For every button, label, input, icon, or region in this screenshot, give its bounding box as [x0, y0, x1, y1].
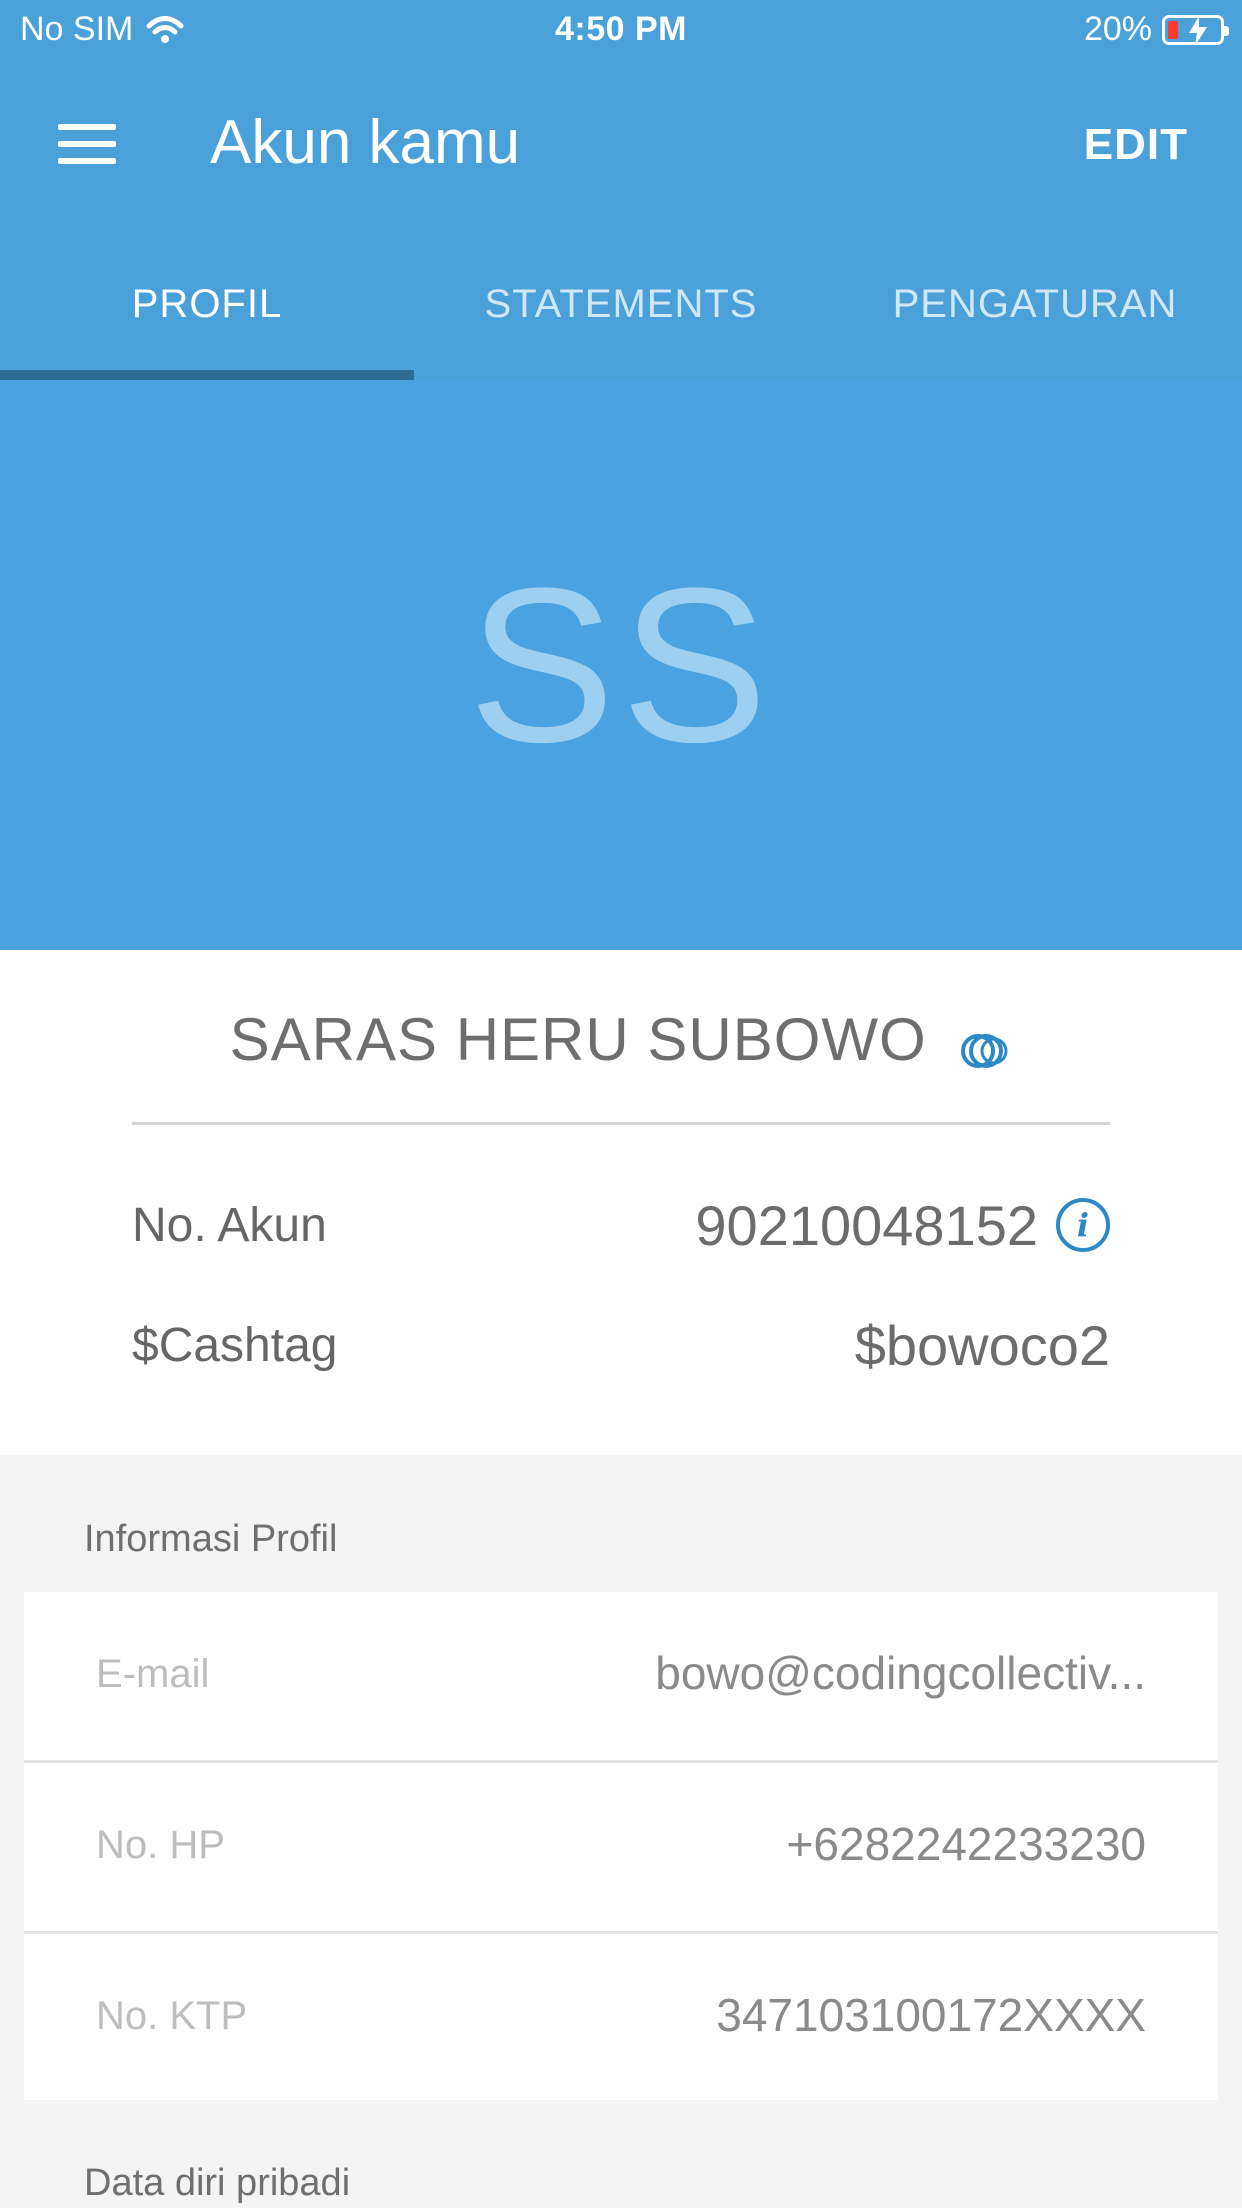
battery-icon [1162, 14, 1229, 46]
verified-badge-icon [956, 1018, 1012, 1069]
profile-hero: SS [0, 380, 1242, 950]
profile-name: SARAS HERU SUBOWO [229, 1006, 927, 1073]
top-bar: No SIM 4:50 PM 20% Akun kamu EDIT PROFIL… [0, 0, 1242, 380]
account-number-value: 90210048152 [695, 1193, 1038, 1257]
email-value: bowo@codingcollectiv... [655, 1647, 1146, 1699]
profile-info-section-title: Informasi Profil [84, 1518, 338, 1560]
phone-label: No. HP [96, 1823, 225, 1867]
app-bar: Akun kamu EDIT [0, 62, 1242, 232]
profile-info-card: E-mail bowo@codingcollectiv... No. HP +6… [24, 1592, 1218, 2100]
cashtag-row: $Cashtag $bowoco2 [132, 1310, 1110, 1380]
phone-value: +6282242233230 [786, 1818, 1146, 1870]
email-row[interactable]: E-mail bowo@codingcollectiv... [24, 1592, 1218, 1763]
divider [132, 1122, 1110, 1125]
profile-name-row: SARAS HERU SUBOWO [0, 1005, 1242, 1074]
phone-row[interactable]: No. HP +6282242233230 [24, 1763, 1218, 1934]
charging-bolt-icon [1189, 15, 1207, 46]
hamburger-menu-icon[interactable] [58, 124, 116, 164]
cashtag-value: $bowoco2 [854, 1313, 1110, 1377]
account-number-label: No. Akun [132, 1198, 327, 1252]
email-label: E-mail [96, 1652, 210, 1696]
ktp-row[interactable]: No. KTP 347103100172XXXX [24, 1934, 1218, 2102]
edit-button[interactable]: EDIT [1084, 120, 1188, 170]
tab-pengaturan[interactable]: PENGATURAN [828, 232, 1242, 380]
info-icon[interactable]: i [1056, 1198, 1110, 1252]
ktp-label: No. KTP [96, 1994, 248, 2038]
status-right: 20% [1083, 10, 1229, 49]
profile-summary-card: SARAS HERU SUBOWO No. Akun 90210048152 i… [0, 950, 1242, 1455]
personal-data-section-title: Data diri pribadi [84, 2162, 351, 2204]
status-time: 4:50 PM [555, 10, 687, 48]
account-number-value-wrap: 90210048152 i [695, 1193, 1110, 1258]
battery-level-fill [1168, 20, 1178, 39]
ktp-value: 347103100172XXXX [716, 1989, 1146, 2041]
tab-bar: PROFIL STATEMENTS PENGATURAN [0, 232, 1242, 380]
status-bar: No SIM 4:50 PM 20% [0, 0, 1242, 62]
tab-profil[interactable]: PROFIL [0, 232, 414, 380]
avatar-initials: SS [468, 541, 774, 788]
tab-statements[interactable]: STATEMENTS [414, 232, 828, 380]
battery-percent: 20% [1083, 10, 1152, 48]
account-number-row: No. Akun 90210048152 i [132, 1190, 1110, 1260]
cashtag-label: $Cashtag [132, 1318, 338, 1372]
page-title: Akun kamu [210, 108, 521, 177]
